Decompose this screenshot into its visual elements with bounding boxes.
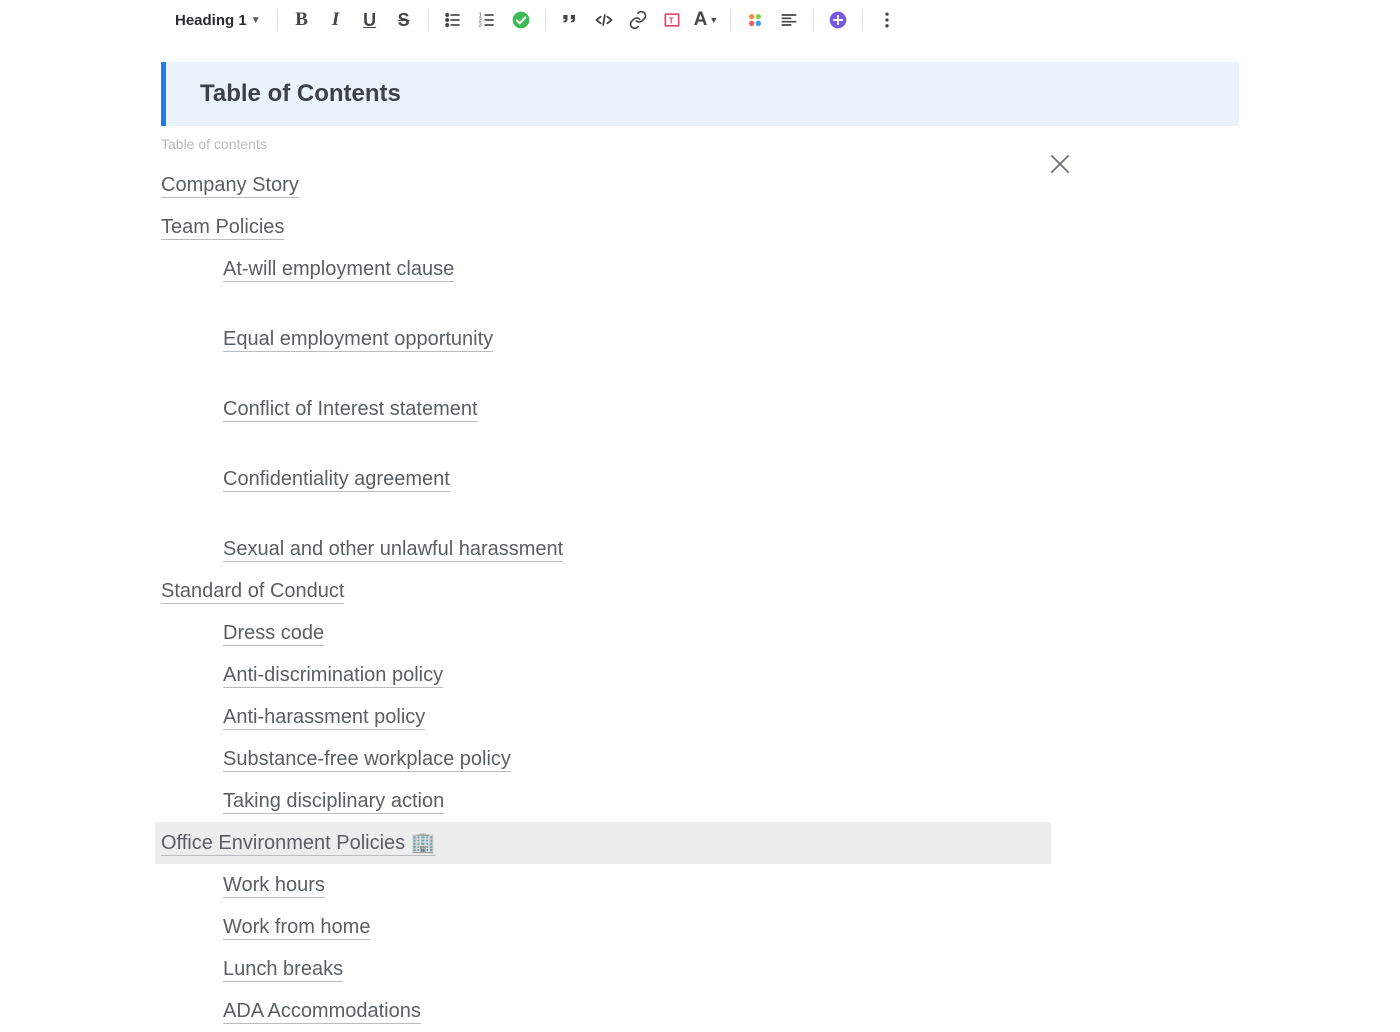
toc-item-label: Confidentiality agreement (223, 468, 450, 492)
color-dots-icon (745, 10, 765, 30)
toc-item-label: Work hours (223, 874, 325, 898)
align-left-icon (779, 10, 799, 30)
toc-item-label: Team Policies (161, 216, 284, 240)
toolbar-divider (862, 9, 863, 31)
code-block-button[interactable] (592, 8, 616, 32)
close-button[interactable] (1046, 150, 1074, 183)
heading-style-dropdown[interactable]: Heading 1 ▼ (175, 8, 265, 32)
link-icon (628, 10, 648, 30)
toc-item[interactable]: Taking disciplinary action (161, 780, 1051, 822)
toc-item[interactable]: Office Environment Policies 🏢 (155, 822, 1051, 864)
toc-item-label: Company Story (161, 174, 299, 198)
toc-item[interactable]: Substance-free workplace policy (161, 738, 1051, 780)
highlight-colors-button[interactable] (743, 8, 767, 32)
heading-banner[interactable]: Table of Contents (161, 62, 1239, 126)
toolbar-divider (428, 9, 429, 31)
code-icon (594, 10, 614, 30)
toc-item[interactable]: Dress code (161, 612, 1051, 654)
quote-icon (560, 10, 580, 30)
underline-button[interactable]: U (358, 8, 382, 32)
toc-item-label: Standard of Conduct (161, 580, 344, 604)
checklist-button[interactable] (509, 8, 533, 32)
toc-item[interactable]: Company Story (161, 164, 1051, 206)
toc-item[interactable]: Anti-discrimination policy (161, 654, 1051, 696)
toc-item[interactable]: Anti-harassment policy (161, 696, 1051, 738)
toc-item-label: Sexual and other unlawful harassment (223, 538, 563, 562)
heading-style-label: Heading 1 (175, 12, 247, 29)
more-vertical-icon (877, 10, 897, 30)
bulleted-list-button[interactable] (441, 8, 465, 32)
toolbar-divider (277, 9, 278, 31)
toc-caption: Table of contents (161, 136, 1400, 152)
insert-button[interactable]: T (660, 8, 684, 32)
toc-item-label: Taking disciplinary action (223, 790, 444, 814)
close-icon (1046, 150, 1074, 178)
toc-item-label: Work from home (223, 916, 370, 940)
blockquote-button[interactable] (558, 8, 582, 32)
toolbar-divider (545, 9, 546, 31)
toc-item-label: Equal employment opportunity (223, 328, 493, 352)
toc-item[interactable]: Equal employment opportunity (161, 318, 1051, 360)
toc-item-label: Dress code (223, 622, 324, 646)
toc-item-label: Office Environment Policies 🏢 (161, 832, 436, 856)
toc-item[interactable]: Standard of Conduct (161, 570, 1051, 612)
svg-text:T: T (668, 15, 673, 25)
text-color-button[interactable]: A▼ (694, 8, 719, 32)
toc-item[interactable]: Lunch breaks (161, 948, 1051, 990)
toc-item-label: ADA Accommodations (223, 1000, 421, 1024)
toc-item[interactable]: Work from home (161, 906, 1051, 948)
toc-item[interactable]: At-will employment clause (161, 248, 1051, 290)
plus-circle-icon (828, 10, 848, 30)
toc-list: Company Story Team Policies At-will employ… (161, 164, 1051, 1032)
toc-item[interactable]: Confidentiality agreement (161, 458, 1051, 500)
toc-item-label: Conflict of Interest statement (223, 398, 478, 422)
toc-item[interactable]: Work hours (161, 864, 1051, 906)
italic-button[interactable]: I (324, 8, 348, 32)
toc-item-label: Substance-free workplace policy (223, 748, 511, 772)
svg-text:3: 3 (478, 23, 481, 29)
toc-item[interactable]: Team Policies (161, 206, 1051, 248)
bulleted-list-icon (443, 10, 463, 30)
align-button[interactable] (777, 8, 801, 32)
toolbar-divider (730, 9, 731, 31)
toc-item[interactable]: ADA Accommodations (161, 990, 1051, 1032)
toc-item-label: Anti-harassment policy (223, 706, 425, 730)
page-title: Table of Contents (200, 80, 1205, 108)
editor-toolbar: Heading 1 ▼ B I U S 1 2 3 (0, 0, 1400, 40)
caret-down-icon: ▼ (709, 15, 718, 25)
toc-item-label: Anti-discrimination policy (223, 664, 443, 688)
toc-item[interactable]: Sexual and other unlawful harassment (161, 528, 1051, 570)
more-options-button[interactable] (875, 8, 899, 32)
numbered-list-button[interactable]: 1 2 3 (475, 8, 499, 32)
insert-icon: T (662, 10, 682, 30)
strikethrough-button[interactable]: S (392, 8, 416, 32)
caret-down-icon: ▼ (251, 15, 261, 26)
toc-item-label: At-will employment clause (223, 258, 454, 282)
toc-item[interactable]: Conflict of Interest statement (161, 388, 1051, 430)
add-block-button[interactable] (826, 8, 850, 32)
check-circle-icon (511, 10, 531, 30)
bold-button[interactable]: B (290, 8, 314, 32)
toolbar-divider (813, 9, 814, 31)
numbered-list-icon: 1 2 3 (477, 10, 497, 30)
toc-item-label: Lunch breaks (223, 958, 343, 982)
link-button[interactable] (626, 8, 650, 32)
